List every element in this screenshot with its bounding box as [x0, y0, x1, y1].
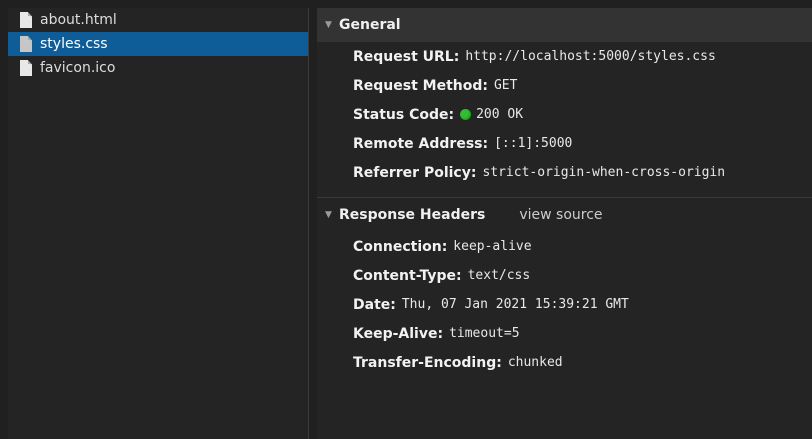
- header-row-keep-alive: Keep-Alive: timeout=5: [317, 319, 812, 348]
- request-row-favicon-ico[interactable]: favicon.ico: [8, 56, 308, 80]
- header-name: Transfer-Encoding:: [353, 354, 502, 371]
- header-value: [::1]:5000: [494, 136, 573, 151]
- header-row-referrer-policy: Referrer Policy: strict-origin-when-cros…: [317, 158, 812, 187]
- request-row-about-html[interactable]: about.html: [8, 8, 308, 32]
- header-name: Connection:: [353, 238, 448, 255]
- header-value: Thu, 07 Jan 2021 15:39:21 GMT: [401, 297, 629, 312]
- header-name: Request URL:: [353, 48, 460, 65]
- section-title: Response Headers: [339, 207, 486, 223]
- file-icon: [20, 12, 32, 28]
- header-name: Referrer Policy:: [353, 164, 477, 181]
- header-value: GET: [493, 78, 518, 93]
- request-name: about.html: [40, 12, 117, 28]
- header-value: 200 OK: [476, 107, 524, 122]
- request-name: styles.css: [40, 36, 108, 52]
- header-name: Content-Type:: [353, 267, 462, 284]
- header-name: Keep-Alive:: [353, 325, 444, 342]
- general-section-header[interactable]: ▼ General: [317, 8, 812, 42]
- header-value: text/css: [467, 268, 531, 283]
- header-row-transfer-encoding: Transfer-Encoding: chunked: [317, 348, 812, 377]
- header-value: timeout=5: [449, 326, 520, 341]
- header-row-date: Date: Thu, 07 Jan 2021 15:39:21 GMT: [317, 290, 812, 319]
- request-name: favicon.ico: [40, 60, 116, 76]
- request-row-styles-css[interactable]: styles.css: [8, 32, 308, 56]
- header-value: strict-origin-when-cross-origin: [482, 165, 726, 180]
- status-dot-icon: [460, 109, 472, 120]
- header-name: Request Method:: [353, 77, 488, 94]
- file-icon: [20, 60, 32, 76]
- response-headers-section-header[interactable]: ▼ Response Headers view source: [317, 197, 812, 232]
- header-row-content-type: Content-Type: text/css: [317, 261, 812, 290]
- header-value: keep-alive: [453, 239, 532, 254]
- headers-panel: ▼ General Request URL: http://localhost:…: [317, 8, 812, 439]
- section-title: General: [339, 17, 401, 33]
- devtools-network-panel: about.html styles.css favicon.ico ▼ Gene…: [0, 0, 812, 439]
- header-row-request-url: Request URL: http://localhost:5000/style…: [317, 42, 812, 71]
- file-icon: [20, 36, 32, 52]
- header-row-status-code: Status Code: 200 OK: [317, 100, 812, 129]
- triangle-down-icon: ▼: [325, 210, 332, 220]
- header-row-request-method: Request Method: GET: [317, 71, 812, 100]
- view-source-link[interactable]: view source: [519, 207, 602, 223]
- header-row-remote-address: Remote Address: [::1]:5000: [317, 129, 812, 158]
- header-name: Remote Address:: [353, 135, 489, 152]
- request-list: about.html styles.css favicon.ico: [8, 8, 309, 439]
- section-divider: [317, 187, 812, 197]
- header-value: http://localhost:5000/styles.css: [465, 49, 716, 64]
- header-value: chunked: [507, 355, 563, 370]
- triangle-down-icon: ▼: [325, 20, 332, 30]
- header-row-connection: Connection: keep-alive: [317, 232, 812, 261]
- header-name: Date:: [353, 296, 396, 313]
- header-name: Status Code:: [353, 106, 455, 123]
